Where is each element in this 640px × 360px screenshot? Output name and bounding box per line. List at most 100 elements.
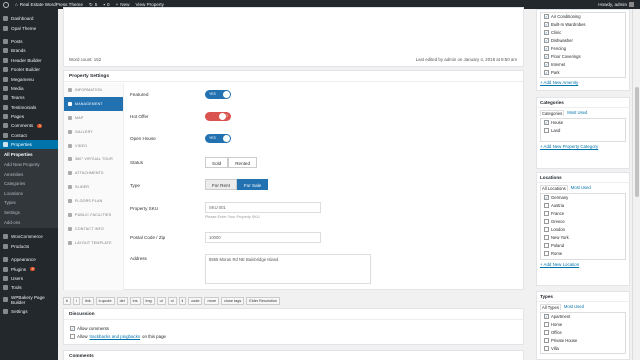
menu-header-builder[interactable]: Header Builder	[0, 56, 58, 65]
toolbar-link-button[interactable]: link	[81, 297, 94, 305]
list-item[interactable]: Greece	[541, 218, 625, 226]
list-item[interactable]: ✓ Floor Coverings	[541, 52, 625, 60]
add-location-link[interactable]: + Add New Location	[537, 260, 629, 269]
address-textarea[interactable]: 8555 Moran Rd NE Bainbridge Island	[205, 254, 371, 284]
tab-most-used-categories[interactable]: Most Used	[567, 110, 587, 116]
status-sold-button[interactable]: Sold	[205, 157, 229, 168]
menu-contact[interactable]: Contact	[0, 131, 58, 140]
menu-properties[interactable]: Properties	[0, 140, 58, 150]
status-rented-button[interactable]: Rented	[228, 157, 258, 168]
tab-all-types[interactable]: All Types	[540, 304, 561, 310]
tab-attachments[interactable]: Attachments	[64, 166, 123, 180]
menu-products[interactable]: Products	[0, 242, 58, 251]
add-amenity-link[interactable]: + Add New Amenity	[537, 78, 629, 87]
featured-toggle[interactable]: YES	[205, 90, 231, 99]
page-scrollbar[interactable]	[632, 9, 640, 360]
submenu-all-properties[interactable]: All Properties	[0, 150, 58, 160]
tab-most-used-types[interactable]: Most Used	[564, 304, 584, 310]
list-item[interactable]: New York	[541, 233, 625, 241]
toolbar-code-button[interactable]: code	[188, 297, 203, 305]
wordpress-logo-icon[interactable]	[0, 0, 12, 9]
add-category-link[interactable]: + Add New Property Category	[537, 142, 629, 151]
tab-information[interactable]: Information	[64, 83, 123, 97]
list-item[interactable]: ✓ Dishwasher	[541, 37, 625, 45]
menu-comments[interactable]: Comments 3	[0, 121, 58, 130]
list-item[interactable]: ✓ Air Conditioning	[541, 13, 625, 21]
tab-all-categories[interactable]: Categories	[540, 110, 565, 116]
list-item[interactable]: ✓ Fencing	[541, 45, 625, 53]
toolbar-elder-resolution-button[interactable]: Elder Resolution	[246, 297, 281, 305]
list-item[interactable]: Poland	[541, 241, 625, 249]
type-for-rent-button[interactable]: For Rent	[205, 179, 237, 190]
menu-appearance[interactable]: Appearance	[0, 255, 58, 264]
list-item[interactable]: ✓ Apartment	[541, 313, 625, 321]
submenu-settings[interactable]: Settings	[0, 208, 58, 218]
menu-plugins[interactable]: Plugins 4	[0, 264, 58, 273]
tab-gallery[interactable]: Gallery	[64, 125, 123, 139]
menu-teams[interactable]: Teams	[0, 93, 58, 102]
menu-pages[interactable]: Pages	[0, 112, 58, 121]
toolbar-ol-button[interactable]: ol	[167, 297, 177, 305]
toolbar-bold-button[interactable]: b	[63, 297, 72, 305]
menu-megamenu[interactable]: Megamenu	[0, 74, 58, 83]
zip-input[interactable]: 10000	[205, 232, 321, 243]
menu-posts[interactable]: Posts	[0, 37, 58, 46]
list-item[interactable]: ✓ Built-In Wardrobes	[541, 21, 625, 29]
menu-tools[interactable]: Tools	[0, 283, 58, 292]
list-item[interactable]: ✓ Clinic	[541, 29, 625, 37]
menu-wpbakery[interactable]: WPBakery Page Builder	[0, 293, 58, 307]
submenu-categories[interactable]: Categories	[0, 179, 58, 189]
tab-most-used-locations[interactable]: Most Used	[571, 185, 591, 191]
toolbar-img-button[interactable]: img	[142, 297, 155, 305]
menu-media[interactable]: Media	[0, 84, 58, 93]
allow-pingbacks-checkbox[interactable]	[70, 333, 75, 339]
tab-public-facilities[interactable]: Public Facilities	[64, 208, 123, 222]
toolbar-ins-button[interactable]: ins	[129, 297, 141, 305]
hot-offer-toggle[interactable]: NO	[205, 112, 231, 121]
submenu-types[interactable]: Types	[0, 198, 58, 208]
list-item[interactable]: ✓ House	[541, 119, 625, 127]
open-house-toggle[interactable]: YES	[205, 134, 231, 143]
account-menu[interactable]: Howdy, admin	[595, 0, 640, 9]
tab-map[interactable]: Map	[64, 111, 123, 125]
allow-comments-checkbox[interactable]: ✓	[70, 325, 75, 331]
submenu-add-ons[interactable]: Add-ons	[0, 218, 58, 228]
scrollbar-thumb[interactable]	[635, 87, 639, 197]
toolbar-ul-button[interactable]: ul	[156, 297, 166, 305]
toolbar-li-button[interactable]: li	[178, 297, 187, 305]
list-item[interactable]: London	[541, 226, 625, 234]
toolbar-quote-button[interactable]: b-quote	[95, 297, 115, 305]
list-item[interactable]: Private House	[541, 337, 625, 345]
toolbar-close-tags-button[interactable]: close tags	[221, 297, 245, 305]
menu-brands[interactable]: Brands	[0, 46, 58, 55]
list-item[interactable]: Land	[541, 127, 625, 135]
menu-settings[interactable]: Settings	[0, 307, 58, 316]
sku-input[interactable]: SKU 001	[205, 202, 321, 213]
list-item[interactable]: ✓ Germany	[541, 194, 625, 202]
toolbar-del-button[interactable]: del	[116, 297, 128, 305]
tab-slider[interactable]: Slider	[64, 180, 123, 194]
tab-virtual-tour[interactable]: 360° Virtual Tour	[64, 152, 123, 166]
list-item[interactable]: ✓ Internet	[541, 60, 625, 68]
menu-opal-theme[interactable]: Opal Theme	[0, 23, 58, 32]
list-item[interactable]: Office	[541, 329, 625, 337]
menu-footer-builder[interactable]: Footer Builder	[0, 65, 58, 74]
tab-floors-plan[interactable]: Floors Plan	[64, 194, 123, 208]
tab-management[interactable]: Management	[64, 96, 123, 111]
menu-dashboard[interactable]: Dashboard	[0, 14, 58, 23]
list-item[interactable]: Home	[541, 321, 625, 329]
tab-video[interactable]: Video	[64, 139, 123, 153]
list-item[interactable]: France	[541, 210, 625, 218]
menu-users[interactable]: Users	[0, 274, 58, 283]
submenu-add-new-property[interactable]: Add New Property	[0, 160, 58, 170]
tab-contact-info[interactable]: Contact Info	[64, 222, 123, 236]
list-item[interactable]: Villa	[541, 345, 625, 353]
toolbar-italic-button[interactable]: i	[73, 297, 80, 305]
tab-layout-template[interactable]: Layout Template	[64, 236, 123, 250]
type-for-sale-button[interactable]: For Sale	[236, 179, 269, 190]
list-item[interactable]: Austria	[541, 202, 625, 210]
trackbacks-link[interactable]: trackbacks and pingbacks	[90, 334, 141, 339]
tab-all-locations[interactable]: All Locations	[540, 185, 568, 191]
submenu-locations[interactable]: Locations	[0, 189, 58, 199]
menu-testimonials[interactable]: Testimonials	[0, 103, 58, 112]
